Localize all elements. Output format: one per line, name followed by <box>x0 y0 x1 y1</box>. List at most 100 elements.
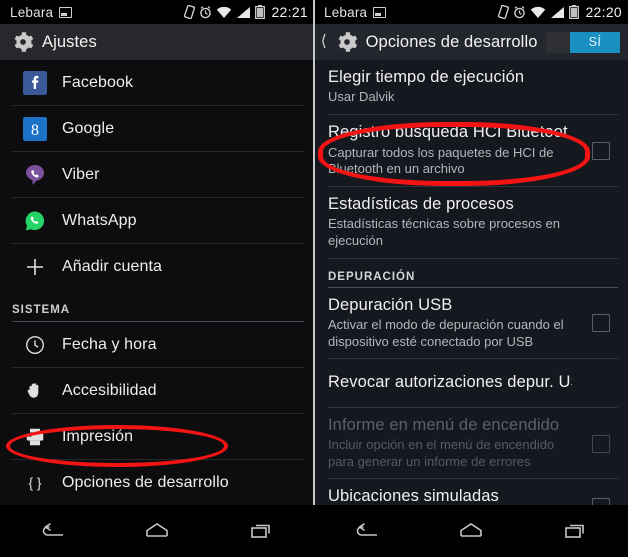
action-bar-right: ⟨ Opciones de desarrollo SÍ <box>314 24 628 60</box>
recents-nav-icon[interactable] <box>239 511 285 551</box>
back-nav-icon[interactable] <box>343 511 389 551</box>
carrier-label: Lebara <box>324 4 368 20</box>
status-icons-right: 22:20 <box>498 4 622 20</box>
row-select-runtime[interactable]: Elegir tiempo de ejecución Usar Dalvik <box>314 60 628 116</box>
clock-icon <box>22 332 48 358</box>
toggle-thumb[interactable]: SÍ <box>570 31 620 53</box>
panel-separator <box>313 0 315 505</box>
row-bluetooth-hci-log[interactable]: Registro búsqueda HCI Bluetoot Capturar … <box>314 115 628 187</box>
section-header-label: DEPURACIÓN <box>328 270 416 283</box>
list-item[interactable]: WhatsApp <box>0 198 314 244</box>
gear-icon <box>338 32 357 52</box>
section-header-debug: DEPURACIÓN <box>314 259 628 288</box>
braces-icon: { } <box>22 470 48 496</box>
settings-list-left[interactable]: Facebook 8 Google Viber WhatsApp Añadir … <box>0 60 314 505</box>
list-item-label: Viber <box>62 166 100 183</box>
sim-card-icon <box>59 6 73 18</box>
section-header-system: SISTEMA <box>0 290 314 322</box>
svg-text:{ }: { } <box>28 476 41 491</box>
wifi-icon <box>531 6 546 18</box>
page-title: Opciones de desarrollo <box>365 32 538 51</box>
row-subtitle: Estadísticas técnicas sobre procesos en … <box>328 216 560 248</box>
wifi-icon <box>217 6 232 18</box>
list-item[interactable]: Facebook <box>0 60 314 106</box>
list-item-label: Google <box>62 120 115 137</box>
list-item[interactable]: Viber <box>0 152 314 198</box>
status-bar-left: Lebara 22:21 <box>0 0 314 24</box>
nav-bar-right[interactable] <box>314 505 628 557</box>
list-item-label: Fecha y hora <box>62 336 157 353</box>
google-icon: 8 <box>22 116 48 142</box>
list-item-label: Impresión <box>62 428 134 445</box>
list-item-label: Añadir cuenta <box>62 258 163 275</box>
signal-icon <box>237 6 251 18</box>
row-revoke-usb-auth[interactable]: Revocar autorizaciones depur. USB <box>314 359 628 408</box>
list-item-label: Opciones de desarrollo <box>62 474 229 491</box>
back-nav-icon[interactable] <box>29 511 75 551</box>
hand-icon <box>22 378 48 404</box>
carrier-label: Lebara <box>10 4 54 20</box>
checkbox[interactable] <box>592 314 610 333</box>
row-title: Elegir tiempo de ejecución <box>328 68 525 86</box>
home-nav-icon[interactable] <box>448 511 494 551</box>
left-phone-screen: Lebara 22:21 Ajustes Facebook 8 Google V… <box>0 0 314 557</box>
plus-icon <box>22 254 48 280</box>
whatsapp-icon <box>22 208 48 234</box>
viber-icon <box>22 162 48 188</box>
printer-icon <box>22 424 48 450</box>
sidebar-item-date-time[interactable]: Fecha y hora <box>0 322 314 368</box>
status-clock: 22:20 <box>585 4 622 20</box>
row-mock-locations[interactable]: Ubicaciones simuladas Permitir ubicacion… <box>314 479 628 505</box>
nav-bar-left[interactable] <box>0 505 314 557</box>
row-process-stats[interactable]: Estadísticas de procesos Estadísticas té… <box>314 187 628 259</box>
battery-icon <box>569 5 580 19</box>
checkbox[interactable] <box>592 497 610 505</box>
vibrate-icon <box>498 5 510 19</box>
row-subtitle: Capturar todos los paquetes de HCI de Bl… <box>328 144 554 177</box>
signal-icon <box>551 6 565 18</box>
carrier-area: Lebara <box>10 4 73 20</box>
row-title: Estadísticas de procesos <box>328 194 514 213</box>
row-title: Ubicaciones simuladas <box>328 487 499 505</box>
sim-card-icon <box>373 6 387 18</box>
home-nav-icon[interactable] <box>134 511 180 551</box>
developer-options-list[interactable]: Elegir tiempo de ejecución Usar Dalvik R… <box>314 60 628 505</box>
gear-icon <box>14 32 34 52</box>
right-phone-screen: Lebara 22:20 ⟨ Opciones de desarrollo SÍ… <box>314 0 628 557</box>
alarm-icon <box>200 6 212 19</box>
row-subtitle: Usar Dalvik <box>328 89 395 105</box>
action-bar-left: Ajustes <box>0 24 314 60</box>
row-usb-debugging[interactable]: Depuración USB Activar el modo de depura… <box>314 288 628 360</box>
row-subtitle: Incluir opción en el menú de encendido p… <box>328 437 555 469</box>
section-header-label: SISTEMA <box>12 304 71 316</box>
alarm-icon <box>514 6 526 19</box>
svg-text:8: 8 <box>31 122 39 139</box>
sidebar-item-printing[interactable]: Impresión <box>0 414 314 460</box>
list-item-label: Accesibilidad <box>62 382 157 399</box>
list-item-label: WhatsApp <box>62 212 137 229</box>
sidebar-item-developer-options[interactable]: { } Opciones de desarrollo <box>0 460 314 505</box>
list-item[interactable]: 8 Google <box>0 106 314 152</box>
row-subtitle: Activar el modo de depuración cuando el … <box>328 317 564 349</box>
status-bar-right: Lebara 22:20 <box>314 0 628 24</box>
list-item-label: Facebook <box>62 74 134 91</box>
row-title: Registro búsqueda HCI Bluetoot <box>328 123 568 142</box>
developer-options-toggle[interactable]: SÍ <box>545 31 620 53</box>
page-title: Ajustes <box>42 32 97 51</box>
facebook-icon <box>22 70 48 96</box>
battery-icon <box>255 5 266 19</box>
dual-screenshot: Lebara 22:21 Ajustes Facebook 8 Google V… <box>0 0 628 557</box>
checkbox <box>592 434 610 453</box>
vibrate-icon <box>184 5 196 19</box>
checkbox[interactable] <box>592 141 610 160</box>
row-power-menu-bug-report: Informe en menú de encendido Incluir opc… <box>314 408 628 480</box>
row-title: Revocar autorizaciones depur. USB <box>328 373 572 392</box>
recents-nav-icon[interactable] <box>553 511 599 551</box>
status-clock: 22:21 <box>271 4 308 20</box>
row-title: Informe en menú de encendido <box>328 415 560 434</box>
add-account-item[interactable]: Añadir cuenta <box>0 244 314 290</box>
carrier-area: Lebara <box>324 4 387 20</box>
back-chevron-icon[interactable]: ⟨ <box>320 34 328 50</box>
sidebar-item-accessibility[interactable]: Accesibilidad <box>0 368 314 414</box>
status-icons-left: 22:21 <box>184 4 308 20</box>
